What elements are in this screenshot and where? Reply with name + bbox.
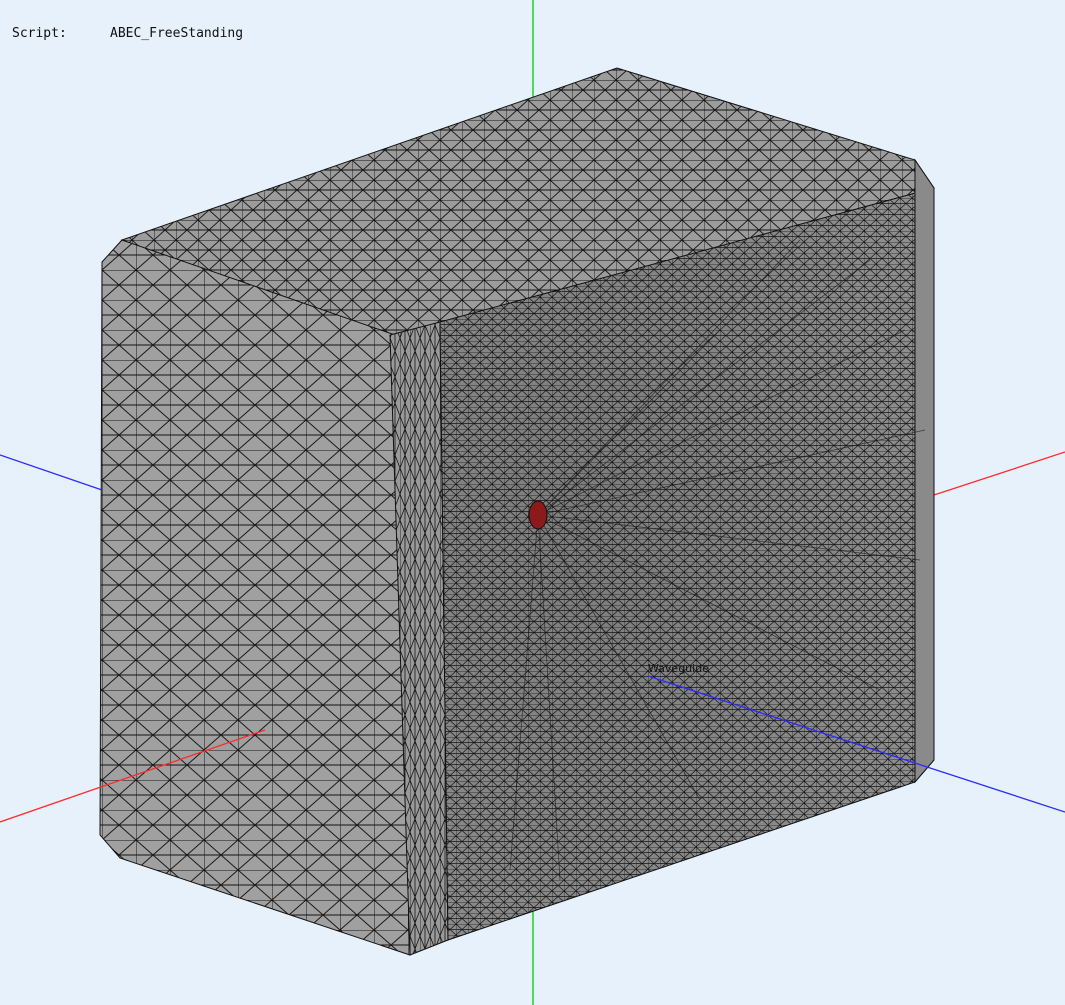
left-face bbox=[99, 239, 411, 956]
script-label: Script: bbox=[12, 26, 67, 41]
3d-viewport[interactable]: Waveguide bbox=[0, 0, 1065, 1005]
mesh-scene[interactable]: Waveguide bbox=[0, 0, 1065, 1005]
script-info: Script: ABEC_FreeStanding bbox=[12, 26, 243, 41]
source-region bbox=[528, 500, 548, 530]
axis-z-line-back bbox=[0, 454, 103, 491]
script-name: ABEC_FreeStanding bbox=[110, 26, 244, 41]
right-bevel bbox=[914, 158, 935, 784]
model-label: Waveguide bbox=[648, 662, 709, 675]
axis-x-line-back bbox=[933, 451, 1065, 496]
